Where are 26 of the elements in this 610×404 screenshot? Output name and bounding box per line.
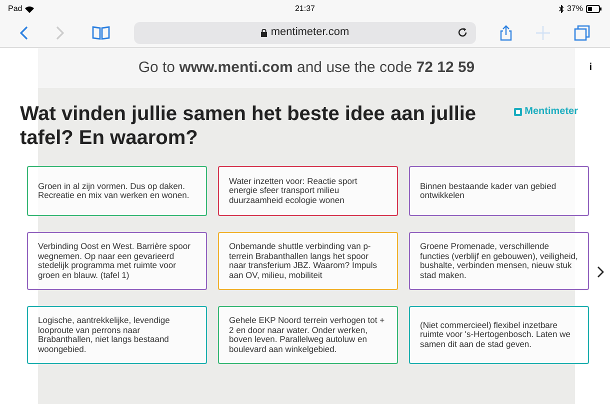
bluetooth-icon <box>558 5 564 13</box>
lock-icon <box>260 28 267 36</box>
battery-icon <box>586 5 602 13</box>
response-text: Gehele EKP Noord terrein verhogen tot + 2 en door naar water. Onder werken, boven leven. Parallelweg autoluw en boulevard aan winkelgebied. <box>229 316 386 354</box>
device-label: Pad <box>8 3 22 15</box>
reload-icon[interactable] <box>457 27 468 38</box>
response-text: (Niet commercieel) flexibel inzetbare ruimte voor 's-Hertogenbosch. Laten we samen dit aan de stad geven. <box>420 320 572 350</box>
response-text: Onbemande shuttle verbinding van p-terrein Brabanthallen langs het spoor naar transferium JBZ. Waarom? Impuls aan OV, milieu, mobiliteit <box>229 242 378 280</box>
brand-name: Mentimeter <box>524 105 578 119</box>
tabs-button[interactable] <box>574 24 590 40</box>
share-button[interactable] <box>500 24 512 40</box>
battery-percentage: 37% <box>566 3 583 15</box>
join-instructions: Go to www.menti.com and use the code 72 12 59 <box>138 58 475 78</box>
response-text: Water inzetten voor: Reactie sport energie sfeer transport milieu duurzaamheid ecologie wonen <box>229 176 358 206</box>
response-text: Binnen bestaande kader van gebied ontwikkelen <box>420 182 558 200</box>
address-bar[interactable]: mentimeter.com <box>134 22 476 44</box>
info-button[interactable]: i <box>589 60 592 75</box>
slide-title: Wat vinden jullie samen het beste idee aan jullie tafel? En waarom? <box>20 102 478 150</box>
response-text: Logische, aantrekkelijke, levendige looproute van perrons naar Brabanthallen, niet langs bestaand woongebied. <box>38 316 171 354</box>
response-text: Groene Promenade, verschillende functies (verblijf en gebouwen), veiligheid, bushalte, verbinden mensen, nieuw stuk stad maken. <box>420 242 578 280</box>
response-text: Verbinding Oost en West. Barrière spoor wegnemen. Op naar een gevarieerd stedelijk programma met ruimte voor groen en blauw. (tafel 1) <box>38 242 192 280</box>
wifi-icon <box>25 6 34 12</box>
bookmarks-button[interactable] <box>92 26 110 40</box>
clock: 21:37 <box>294 3 316 15</box>
url-text: mentimeter.com <box>270 25 350 40</box>
response-text: Groen in al zijn vormen. Dus op daken. Recreatie en mix van werken en wonen. <box>38 182 190 200</box>
